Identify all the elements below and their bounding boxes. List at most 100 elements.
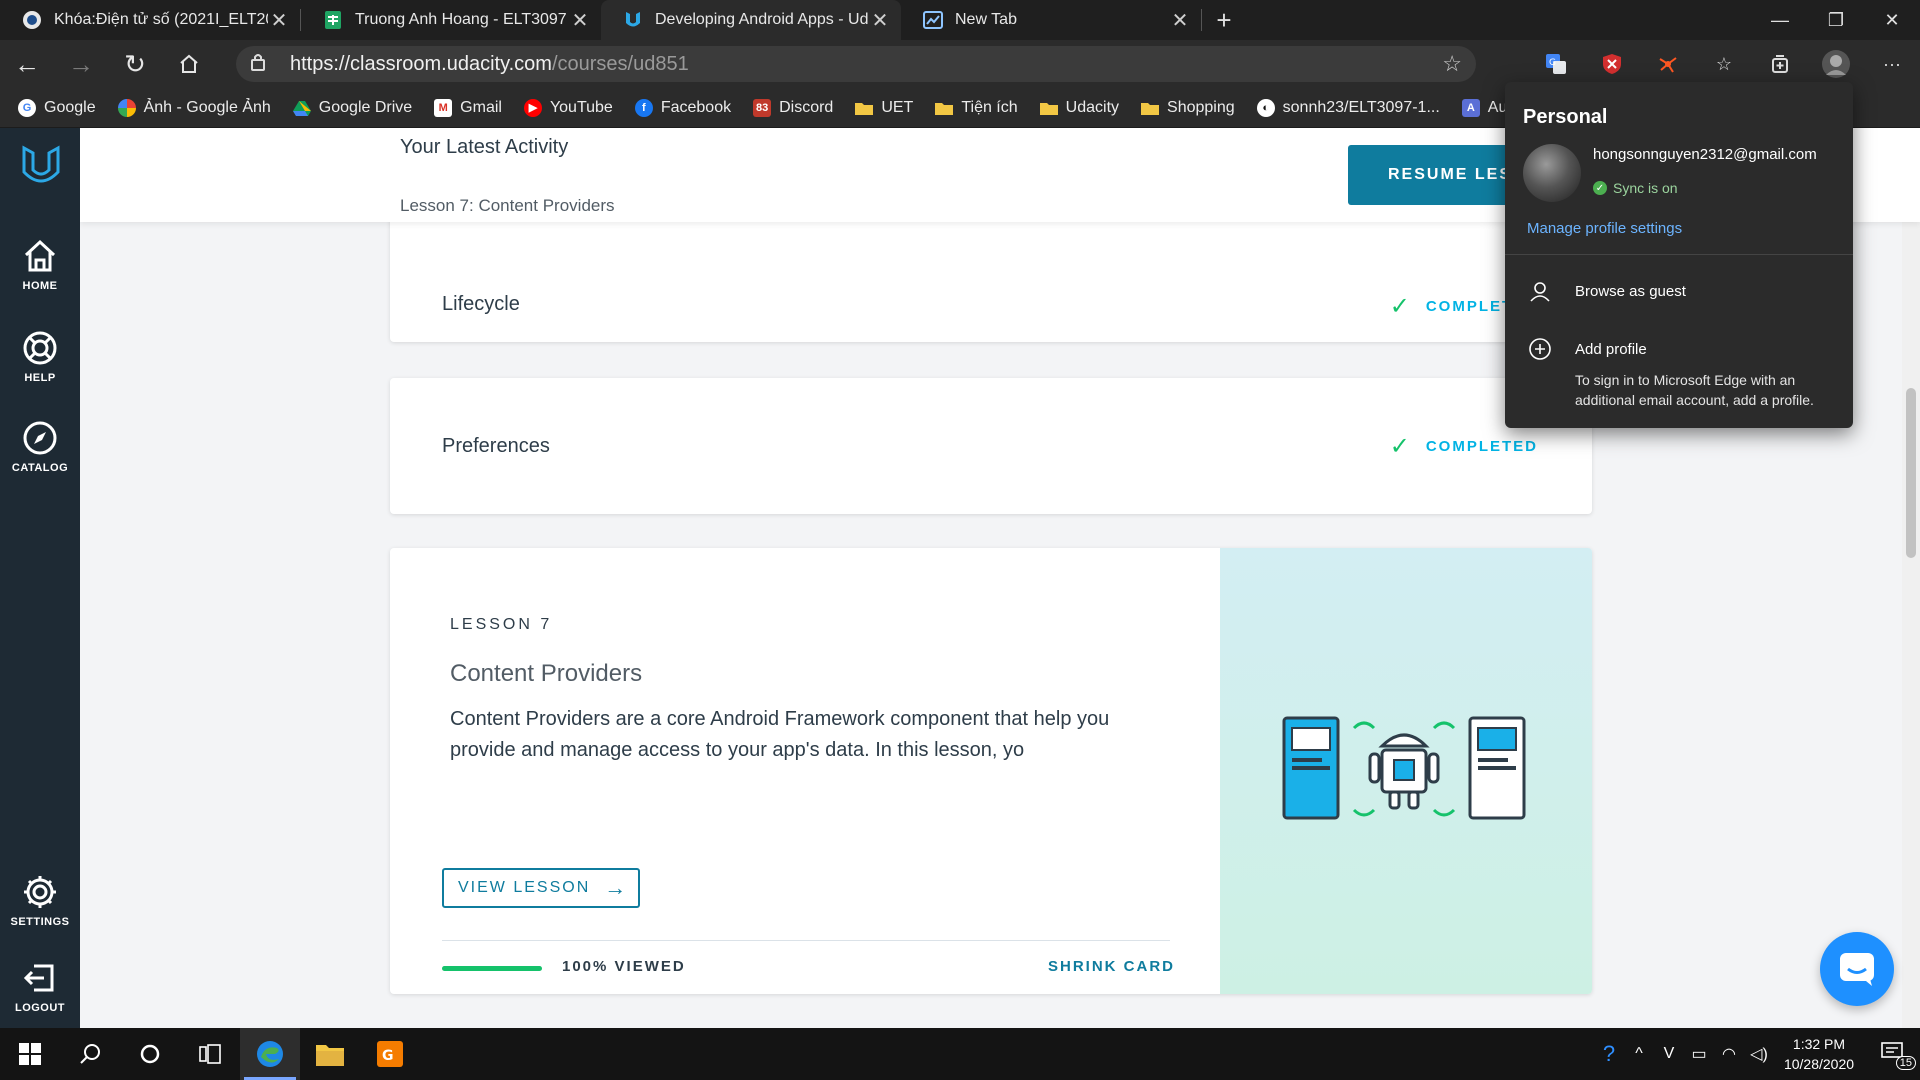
bookmark-google-drive[interactable]: Google Drive (292, 99, 412, 117)
forward-icon[interactable]: → (54, 44, 108, 84)
github-icon: ◐ (1256, 98, 1275, 117)
photos-icon (117, 98, 136, 117)
browse-as-guest-item[interactable]: Browse as guest (1505, 270, 1853, 312)
concept-title: Preferences (442, 435, 550, 457)
compass-icon (23, 421, 57, 455)
wifi-icon[interactable]: ◠ (1714, 1044, 1744, 1064)
arrow-right-icon: → (604, 875, 629, 900)
chat-support-button[interactable] (1820, 932, 1894, 1006)
edge-taskbar-icon[interactable] (240, 1028, 300, 1080)
svg-text:G: G (1549, 58, 1556, 68)
profile-email: hongsonnguyen2312@gmail.com (1593, 146, 1817, 163)
concept-title: Lifecycle (442, 293, 520, 315)
shrink-card-button[interactable]: SHRINK CARD (1048, 958, 1175, 975)
help-tray-icon[interactable]: ? (1594, 1041, 1624, 1067)
more-menu-icon[interactable]: ··· (1864, 44, 1920, 84)
bookmark-folder-udacity[interactable]: Udacity (1039, 99, 1119, 117)
scrollbar-thumb[interactable] (1906, 388, 1916, 558)
favorites-icon[interactable]: ☆ (1696, 44, 1752, 84)
close-icon[interactable]: ✕ (569, 8, 591, 33)
sidebar-item-home[interactable]: HOME (0, 236, 80, 308)
windows-logo-icon (19, 1043, 41, 1065)
address-bar[interactable]: https://classroom.udacity.com/courses/ud… (236, 46, 1476, 82)
guest-person-icon (1505, 280, 1575, 302)
task-view-icon[interactable] (180, 1028, 240, 1080)
bookmark-google-photos[interactable]: Ảnh - Google Ảnh (117, 98, 271, 117)
vpn-icon[interactable]: V (1654, 1045, 1684, 1063)
profile-heading: Personal (1523, 106, 1608, 128)
home-browser-icon[interactable] (162, 44, 216, 84)
favorite-star-icon[interactable]: ☆ (1442, 51, 1462, 77)
concept-card-preferences[interactable]: Preferences ✓ COMPLETED (390, 378, 1592, 514)
udacity-logo-icon[interactable] (20, 144, 62, 188)
latest-activity-lesson: Lesson 7: Content Providers (400, 196, 615, 215)
sidebar-item-settings[interactable]: SETTINGS (0, 872, 80, 944)
cortana-icon[interactable] (120, 1028, 180, 1080)
chevron-up-icon[interactable]: ^ (1624, 1045, 1654, 1063)
add-profile-note: To sign in to Microsoft Edge with an add… (1575, 372, 1814, 408)
refresh-icon[interactable]: ↻ (108, 44, 162, 84)
bookmark-label: YouTube (549, 98, 613, 116)
shield-icon[interactable] (1584, 44, 1640, 84)
manage-profile-link[interactable]: Manage profile settings (1527, 220, 1682, 237)
close-icon[interactable]: ✕ (869, 8, 891, 33)
collections-icon[interactable] (1752, 44, 1808, 84)
restore-icon[interactable]: ❐ (1808, 0, 1864, 40)
check-circle-icon: ✓ (1593, 181, 1607, 195)
volume-icon[interactable]: ◁) (1744, 1044, 1774, 1064)
sync-status: ✓ Sync is on (1593, 180, 1678, 196)
classroom-sidebar: HOME HELP CATALOG SETTINGS LOGOUT (0, 128, 80, 1028)
battery-icon[interactable]: ▭ (1684, 1044, 1714, 1064)
bookmark-discord[interactable]: 83 Discord (753, 98, 833, 117)
sidebar-item-help[interactable]: HELP (0, 328, 80, 400)
lesson-number: LESSON 7 (450, 616, 553, 633)
sidebar-item-label: SETTINGS (10, 916, 70, 928)
system-clock[interactable]: 1:32 PM 10/28/2020 (1774, 1034, 1864, 1074)
close-icon[interactable]: ✕ (1169, 8, 1191, 33)
bookmark-folder-shopping[interactable]: Shopping (1141, 99, 1235, 117)
tab-moodle[interactable]: Khóa:Điện tử số (2021I_ELT2041_ ✕ (0, 0, 300, 40)
share-network-icon[interactable] (1640, 44, 1696, 84)
bookmark-google[interactable]: G Google (18, 98, 96, 117)
bookmark-folder-uet[interactable]: UET (855, 99, 913, 117)
profile-avatar-button[interactable] (1808, 44, 1864, 84)
window-close-icon[interactable]: ✕ (1864, 0, 1920, 40)
tab-new-tab[interactable]: New Tab ✕ (901, 0, 1201, 40)
progress-fill (442, 966, 542, 971)
notification-center-icon[interactable]: 15 (1864, 1041, 1920, 1070)
tab-udacity[interactable]: Developing Android Apps - Udac ✕ (601, 0, 901, 40)
file-explorer-icon[interactable] (300, 1028, 360, 1080)
drive-icon (292, 99, 311, 117)
translate-icon[interactable]: G (1528, 44, 1584, 84)
pdf-app-icon[interactable]: G (360, 1028, 420, 1080)
sidebar-item-label: LOGOUT (14, 1002, 66, 1014)
lesson-illustration (1220, 548, 1592, 994)
lesson-title: Content Providers (450, 660, 643, 687)
sidebar-item-logout[interactable]: LOGOUT (0, 958, 80, 1030)
profile-flyout: Personal hongsonnguyen2312@gmail.com ✓ S… (1505, 82, 1853, 428)
add-profile-item[interactable]: Add profile (1505, 328, 1853, 370)
udacity-icon (623, 10, 643, 30)
gmail-icon: M (434, 98, 453, 117)
page-scrollbar[interactable] (1902, 128, 1920, 1028)
view-lesson-button[interactable]: VIEW LESSON → (442, 868, 640, 908)
back-icon[interactable]: ← (0, 44, 54, 84)
address-toolbar: ← → ↻ https://classroom.udacity.com/cour… (0, 40, 1920, 88)
bookmark-folder-tien-ich[interactable]: Tiện ích (935, 99, 1018, 117)
avatar[interactable] (1523, 144, 1581, 202)
bookmark-youtube[interactable]: ▶ YouTube (523, 98, 613, 117)
start-button[interactable] (0, 1028, 60, 1080)
automa-icon: A (1461, 98, 1480, 117)
search-icon[interactable] (60, 1028, 120, 1080)
minimize-icon[interactable]: — (1752, 0, 1808, 40)
bookmark-label: Gmail (460, 98, 502, 116)
tab-sheets[interactable]: Truong Anh Hoang - ELT3097 1 - ✕ (301, 0, 601, 40)
new-tab-button[interactable]: + (1202, 0, 1246, 40)
close-icon[interactable]: ✕ (268, 8, 290, 33)
bookmark-facebook[interactable]: f Facebook (634, 98, 731, 117)
sidebar-item-catalog[interactable]: CATALOG (0, 418, 80, 490)
latest-activity-title: Your Latest Activity (400, 136, 569, 158)
bookmark-gmail[interactable]: M Gmail (434, 98, 502, 117)
bookmark-github[interactable]: ◐ sonnh23/ELT3097-1... (1256, 98, 1440, 117)
chat-icon (1840, 953, 1874, 986)
